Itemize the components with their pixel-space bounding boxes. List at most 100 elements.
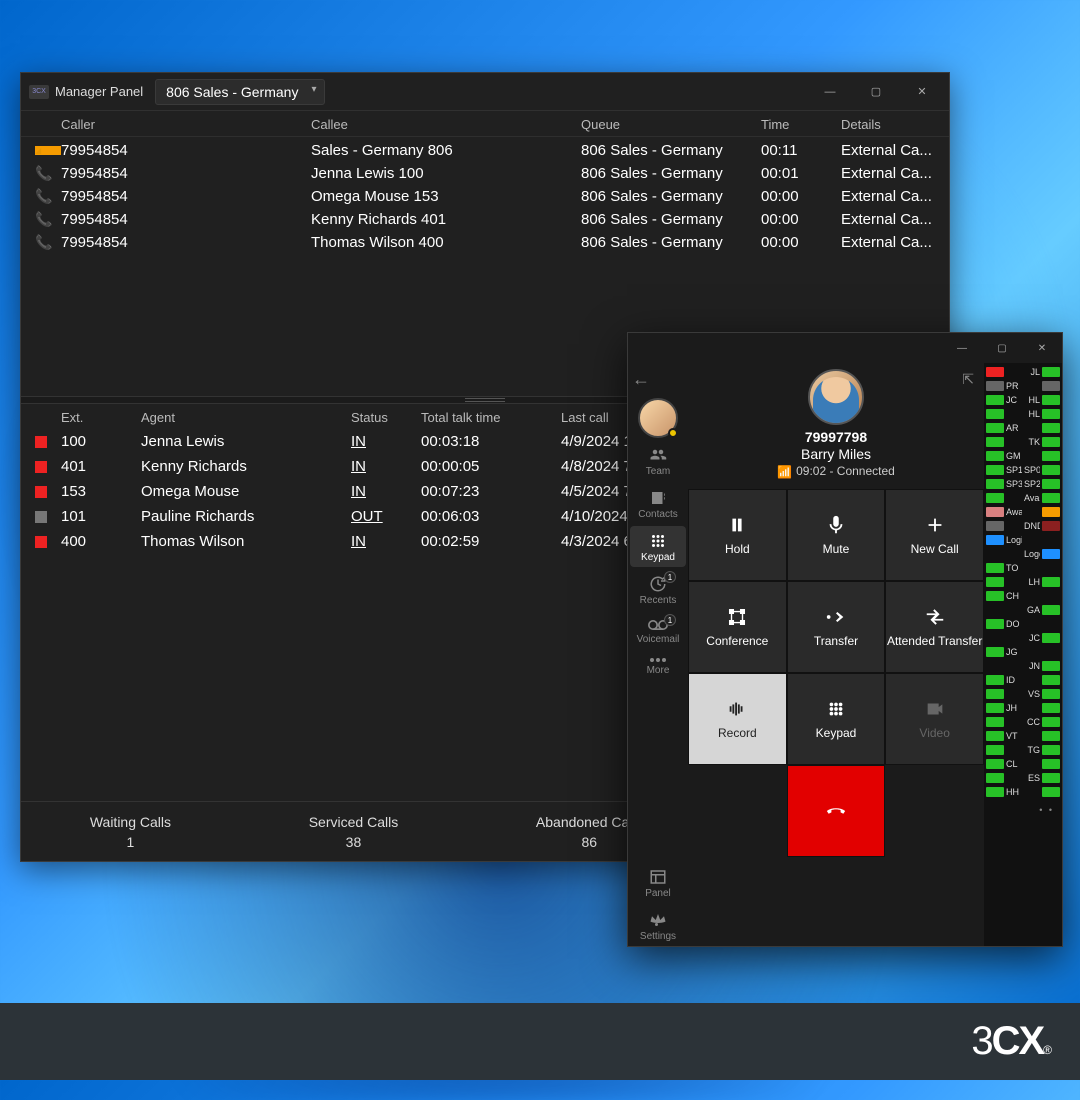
blf-row[interactable]: Away xyxy=(986,505,1060,519)
blf-row[interactable]: HH xyxy=(986,785,1060,799)
cell-status[interactable]: IN xyxy=(351,533,366,550)
sp-close-button[interactable]: ✕ xyxy=(1022,333,1062,363)
blf-row[interactable]: JH xyxy=(986,701,1060,715)
blf-lamp-right xyxy=(1042,717,1060,727)
blf-row[interactable]: GM xyxy=(986,449,1060,463)
blf-row[interactable]: LH xyxy=(986,575,1060,589)
blf-row[interactable]: CC xyxy=(986,715,1060,729)
cell-agent: Pauline Richards xyxy=(141,508,351,525)
blf-row[interactable]: CL xyxy=(986,757,1060,771)
blf-row[interactable]: AR xyxy=(986,421,1060,435)
blf-row[interactable]: TK xyxy=(986,435,1060,449)
manager-title: Manager Panel xyxy=(55,84,143,99)
blf-lamp-left xyxy=(986,591,1004,601)
cell-time: 00:00 xyxy=(761,188,841,205)
app-icon: 3CX xyxy=(29,85,49,99)
call-row[interactable]: 📞 79954854 Jenna Lewis 100 806 Sales - G… xyxy=(21,162,949,185)
blf-lamp-left xyxy=(986,535,1004,545)
blf-row[interactable]: SP3SP2 xyxy=(986,477,1060,491)
blf-lamp-left xyxy=(986,479,1004,489)
blf-row[interactable]: JN xyxy=(986,659,1060,673)
blf-row[interactable]: TG xyxy=(986,743,1060,757)
blf-row[interactable]: Logout xyxy=(986,547,1060,561)
transfer-button[interactable]: Transfer xyxy=(787,581,886,673)
close-button[interactable]: ✕ xyxy=(899,74,945,110)
blf-lamp-right xyxy=(1042,493,1060,503)
blf-lamp-right xyxy=(1042,647,1060,657)
nav-team[interactable]: Team xyxy=(630,440,686,481)
nav-settings[interactable]: Settings xyxy=(630,905,686,946)
video-button[interactable]: Video xyxy=(885,673,984,765)
blf-row[interactable]: CH xyxy=(986,589,1060,603)
blf-row[interactable]: Availa... xyxy=(986,491,1060,505)
cell-callee: Sales - Germany 806 xyxy=(311,142,581,159)
nav-recents[interactable]: 1Recents xyxy=(630,569,686,610)
queue-dropdown[interactable]: 806 Sales - Germany xyxy=(155,79,325,105)
cell-status[interactable]: OUT xyxy=(351,508,383,525)
hangup-button[interactable] xyxy=(787,765,886,857)
keypad-button[interactable]: Keypad xyxy=(787,673,886,765)
hold-button[interactable]: Hold xyxy=(688,489,787,581)
attended-transfer-button[interactable]: Attended Transfer xyxy=(885,581,984,673)
self-avatar[interactable] xyxy=(638,398,678,438)
col-ext: Ext. xyxy=(61,410,141,425)
record-button[interactable]: Record xyxy=(688,673,787,765)
blf-row[interactable]: ES xyxy=(986,771,1060,785)
nav-keypad[interactable]: Keypad xyxy=(630,526,686,567)
blf-lamp-right xyxy=(1042,689,1060,699)
blf-row[interactable]: DO xyxy=(986,617,1060,631)
blf-lamp-left xyxy=(986,619,1004,629)
call-row[interactable]: ◢ 79954854 Sales - Germany 806 806 Sales… xyxy=(21,139,949,162)
blf-more-icon[interactable]: • • xyxy=(986,799,1060,817)
col-ttt: Total talk time xyxy=(421,410,561,425)
blf-row[interactable]: PR xyxy=(986,379,1060,393)
blf-row[interactable]: GA xyxy=(986,603,1060,617)
cell-agent: Thomas Wilson xyxy=(141,533,351,550)
cell-agent: Jenna Lewis xyxy=(141,433,351,450)
call-row[interactable]: 📞 79954854 Omega Mouse 153 806 Sales - G… xyxy=(21,185,949,208)
sp-minimize-button[interactable]: — xyxy=(942,333,982,363)
blf-lamp-left xyxy=(986,759,1004,769)
blf-row[interactable]: VT xyxy=(986,729,1060,743)
new-call-button[interactable]: New Call xyxy=(885,489,984,581)
conference-button[interactable]: Conference xyxy=(688,581,787,673)
blf-lamp-right xyxy=(1042,451,1060,461)
cell-status[interactable]: IN xyxy=(351,483,366,500)
blf-row[interactable]: JG xyxy=(986,645,1060,659)
call-status: 09:02 - Connected xyxy=(796,464,895,478)
voicemail-badge: 1 xyxy=(664,614,676,626)
blf-lamp-left xyxy=(986,367,1004,377)
blf-row[interactable]: VS xyxy=(986,687,1060,701)
popout-icon[interactable]: ⇱ xyxy=(962,371,974,388)
blf-row[interactable]: ID xyxy=(986,673,1060,687)
cell-queue: 806 Sales - Germany xyxy=(581,142,761,159)
cell-status[interactable]: IN xyxy=(351,458,366,475)
call-row[interactable]: 📞 79954854 Thomas Wilson 400 806 Sales -… xyxy=(21,231,949,254)
blf-row[interactable]: TO xyxy=(986,561,1060,575)
agent-status-indicator xyxy=(35,436,47,448)
blf-row[interactable]: Login xyxy=(986,533,1060,547)
blf-row[interactable]: JC xyxy=(986,631,1060,645)
cell-status[interactable]: IN xyxy=(351,433,366,450)
sp-maximize-button[interactable]: ▢ xyxy=(982,333,1022,363)
blf-row[interactable]: HL xyxy=(986,407,1060,421)
minimize-button[interactable]: — xyxy=(807,74,853,110)
nav-voicemail[interactable]: 1Voicemail xyxy=(630,612,686,649)
blf-lamp-right xyxy=(1042,395,1060,405)
blf-lamp-left xyxy=(986,451,1004,461)
softphone-main: ⇱ 79997798 Barry Miles 📶09:02 - Connecte… xyxy=(688,363,984,946)
col-queue: Queue xyxy=(581,117,761,132)
nav-panel[interactable]: Panel xyxy=(630,862,686,903)
maximize-button[interactable]: ▢ xyxy=(853,74,899,110)
mute-button[interactable]: Mute xyxy=(787,489,886,581)
blf-row[interactable]: JL xyxy=(986,365,1060,379)
call-row[interactable]: 📞 79954854 Kenny Richards 401 806 Sales … xyxy=(21,208,949,231)
back-icon[interactable]: ← xyxy=(632,369,650,390)
blf-row[interactable]: JCHL xyxy=(986,393,1060,407)
nav-more[interactable]: More xyxy=(630,651,686,680)
blf-row[interactable]: SP1SP0 xyxy=(986,463,1060,477)
blf-row[interactable]: DND xyxy=(986,519,1060,533)
nav-contacts[interactable]: Contacts xyxy=(630,483,686,524)
cell-details: External Ca... xyxy=(841,211,939,228)
cell-details: External Ca... xyxy=(841,142,939,159)
